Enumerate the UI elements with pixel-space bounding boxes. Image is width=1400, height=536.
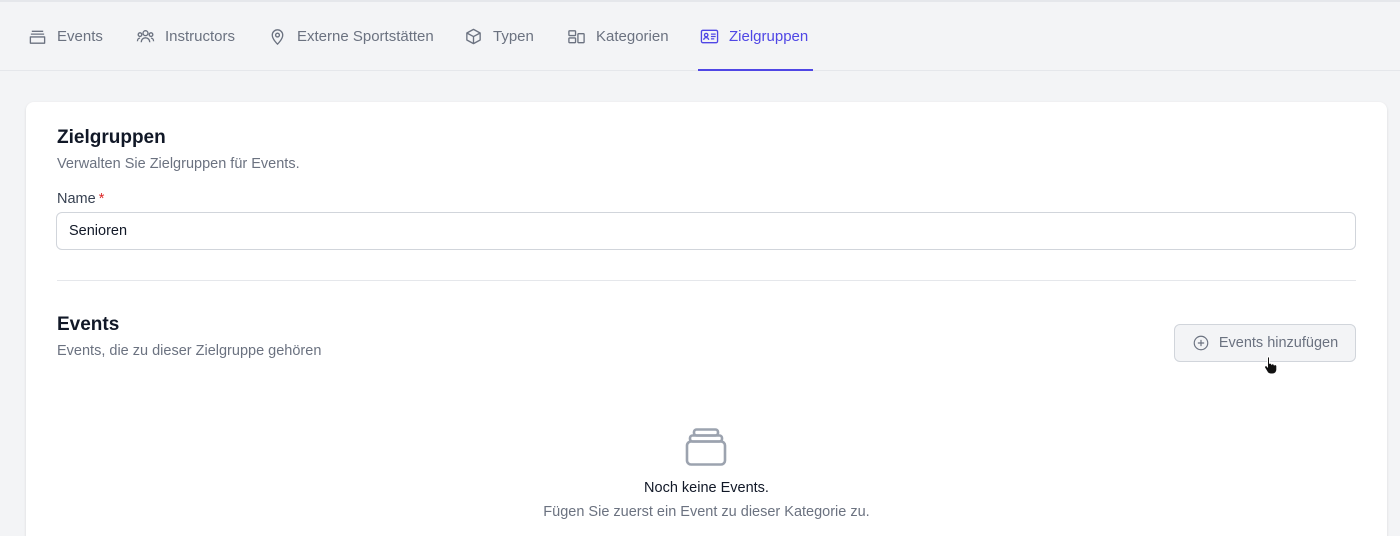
- tab-events[interactable]: Events: [28, 2, 103, 70]
- tab-kategorien[interactable]: Kategorien: [567, 2, 669, 70]
- tab-zielgruppen[interactable]: Zielgruppen: [697, 2, 814, 71]
- zielgruppe-form-card: Zielgruppen Verwalten Sie Zielgruppen fü…: [26, 102, 1387, 536]
- tab-label: Instructors: [165, 27, 236, 45]
- empty-state-title: Noch keine Events.: [644, 480, 769, 496]
- empty-state-subtitle: Fügen Sie zuerst ein Event zu dieser Kat…: [543, 504, 870, 520]
- users-icon: [136, 29, 155, 42]
- tab-label: Events: [57, 27, 103, 45]
- tab-label: Zielgruppen: [729, 27, 809, 45]
- archive-icon: [29, 30, 46, 44]
- tab-label: Kategorien: [596, 27, 669, 45]
- map-pin-icon: [271, 28, 284, 45]
- add-events-button-label: Events hinzufügen: [1218, 335, 1339, 351]
- plus-circle-icon: [1193, 335, 1209, 351]
- name-field-label: Name *: [57, 191, 104, 207]
- archive-icon: [685, 428, 727, 466]
- tab-label: Typen: [493, 27, 534, 45]
- name-label-text: Name: [57, 191, 96, 207]
- section-divider: [57, 280, 1356, 281]
- add-events-button[interactable]: Events hinzufügen: [1174, 324, 1356, 362]
- tab-instructors[interactable]: Instructors: [136, 2, 235, 70]
- tab-label: Externe Sportstätten: [297, 27, 434, 45]
- tab-bar: Events Instructors Externe Sportstätten …: [0, 2, 1400, 71]
- events-section-title: Events: [57, 314, 120, 335]
- squares-icon: [568, 29, 585, 43]
- cube-icon: [466, 28, 481, 44]
- id-card-icon: [700, 29, 719, 43]
- form-title: Zielgruppen: [57, 127, 166, 148]
- name-input[interactable]: [56, 212, 1356, 250]
- required-mark: *: [98, 191, 105, 207]
- form-subtitle: Verwalten Sie Zielgruppen für Events.: [57, 156, 300, 172]
- tab-externe-sportstaetten[interactable]: Externe Sportstätten: [268, 2, 434, 70]
- events-section-subtitle: Events, die zu dieser Zielgruppe gehören: [57, 343, 322, 359]
- tab-typen[interactable]: Typen: [464, 2, 534, 70]
